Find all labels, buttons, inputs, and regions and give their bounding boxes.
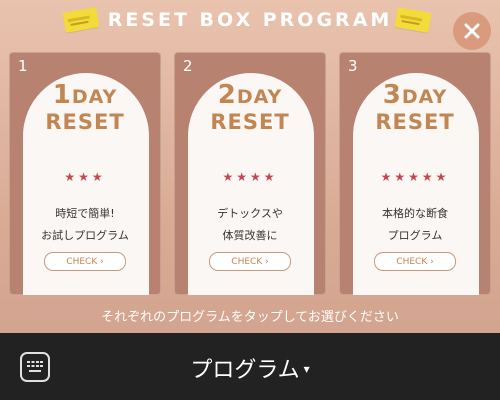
- menu-toggle[interactable]: プログラム ▾: [0, 352, 500, 384]
- day-title: 3DAY RESET: [352, 80, 478, 134]
- description-line: お試しプログラム: [41, 229, 129, 242]
- description-line: プログラム: [387, 229, 443, 242]
- bottom-menu-bar: プログラム ▾: [0, 333, 500, 400]
- description-line: デトックスや: [217, 207, 283, 220]
- card-description: 時短で簡単! お試しプログラム: [22, 203, 148, 247]
- star-rating: ★★★: [64, 170, 106, 184]
- check-button[interactable]: CHECK ›: [44, 252, 126, 271]
- check-button[interactable]: CHECK ›: [209, 252, 291, 271]
- reset-label: RESET: [210, 110, 290, 134]
- reset-label: RESET: [375, 110, 455, 134]
- instruction-text: それぞれのプログラムをタップしてお選びください: [101, 310, 399, 325]
- menu-label: プログラム: [190, 358, 300, 383]
- day-title: 1DAY RESET: [22, 80, 148, 134]
- star-rating: ★★★★: [222, 170, 278, 184]
- day-word: DAY: [401, 86, 448, 108]
- day-number: 3: [382, 80, 402, 110]
- reset-label: RESET: [45, 110, 125, 134]
- day-number: 2: [217, 80, 237, 110]
- caret-down-icon: ▾: [303, 362, 310, 376]
- rich-menu: RESET BOX PROGRAM 1 2 3 1DAY RESET ★★★ 時…: [0, 0, 500, 400]
- card-description: デトックスや 体質改善に: [187, 203, 313, 247]
- card-2-content: 2DAY RESET ★★★★ デトックスや 体質改善に CHECK ›: [187, 0, 313, 300]
- day-word: DAY: [236, 86, 283, 108]
- day-title: 2DAY RESET: [187, 80, 313, 134]
- star-rating: ★★★★★: [380, 170, 450, 184]
- check-button[interactable]: CHECK ›: [374, 252, 456, 271]
- description-line: 時短で簡単!: [55, 207, 115, 220]
- card-description: 本格的な断食 プログラム: [352, 203, 478, 247]
- card-1-content: 1DAY RESET ★★★ 時短で簡単! お試しプログラム CHECK ›: [22, 0, 148, 300]
- day-word: DAY: [71, 86, 118, 108]
- description-line: 本格的な断食: [382, 207, 448, 220]
- description-line: 体質改善に: [222, 229, 278, 242]
- card-3-content: 3DAY RESET ★★★★★ 本格的な断食 プログラム CHECK ›: [352, 0, 478, 300]
- day-number: 1: [52, 80, 72, 110]
